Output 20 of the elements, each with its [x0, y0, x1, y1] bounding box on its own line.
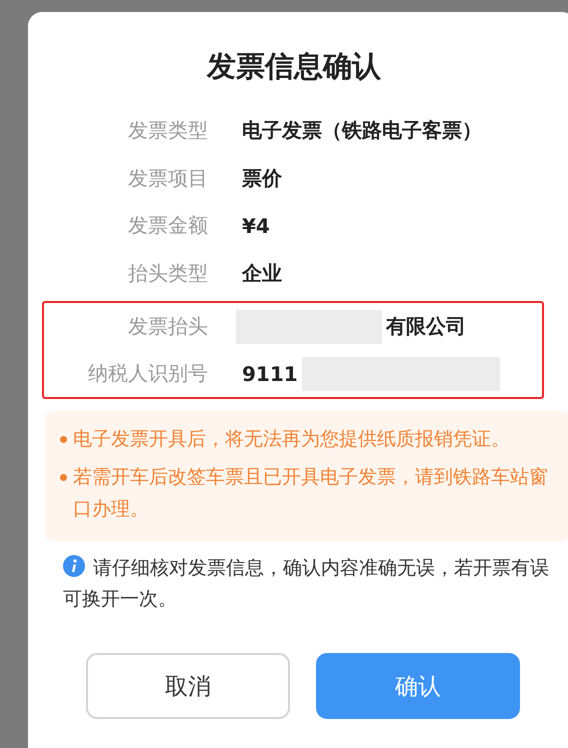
field-label: 发票抬头: [128, 313, 208, 340]
field-value: 9111: [242, 362, 298, 386]
field-label: 发票项目: [128, 164, 208, 192]
field-label: 纳税人识别号: [88, 360, 208, 387]
dialog-title: 发票信息确认: [206, 48, 382, 84]
field-value: 企业: [242, 260, 282, 287]
field-label: 发票金额: [128, 212, 208, 240]
field-value: 票价: [242, 164, 282, 192]
cancel-button[interactable]: 取消: [86, 653, 290, 719]
bullet-icon: [60, 474, 67, 481]
notice-text: 若需开车后改签车票且已开具电子发票，请到铁路车站窗口办理。: [73, 465, 549, 522]
field-value: 有限公司: [386, 313, 466, 340]
bullet-icon: [60, 436, 67, 443]
notice-text: 电子发票开具后，将无法再为您提供纸质报销凭证。: [73, 427, 510, 452]
field-label: 发票类型: [128, 117, 208, 144]
field-label: 抬头类型: [128, 260, 208, 287]
info-icon: [63, 555, 85, 577]
field-value: ¥4: [242, 214, 270, 238]
field-value: 电子发票（铁路电子客票）: [242, 117, 482, 144]
info-text: 请仔细核对发票信息，确认内容准确无误，若开票有误可换开一次。: [63, 554, 550, 612]
